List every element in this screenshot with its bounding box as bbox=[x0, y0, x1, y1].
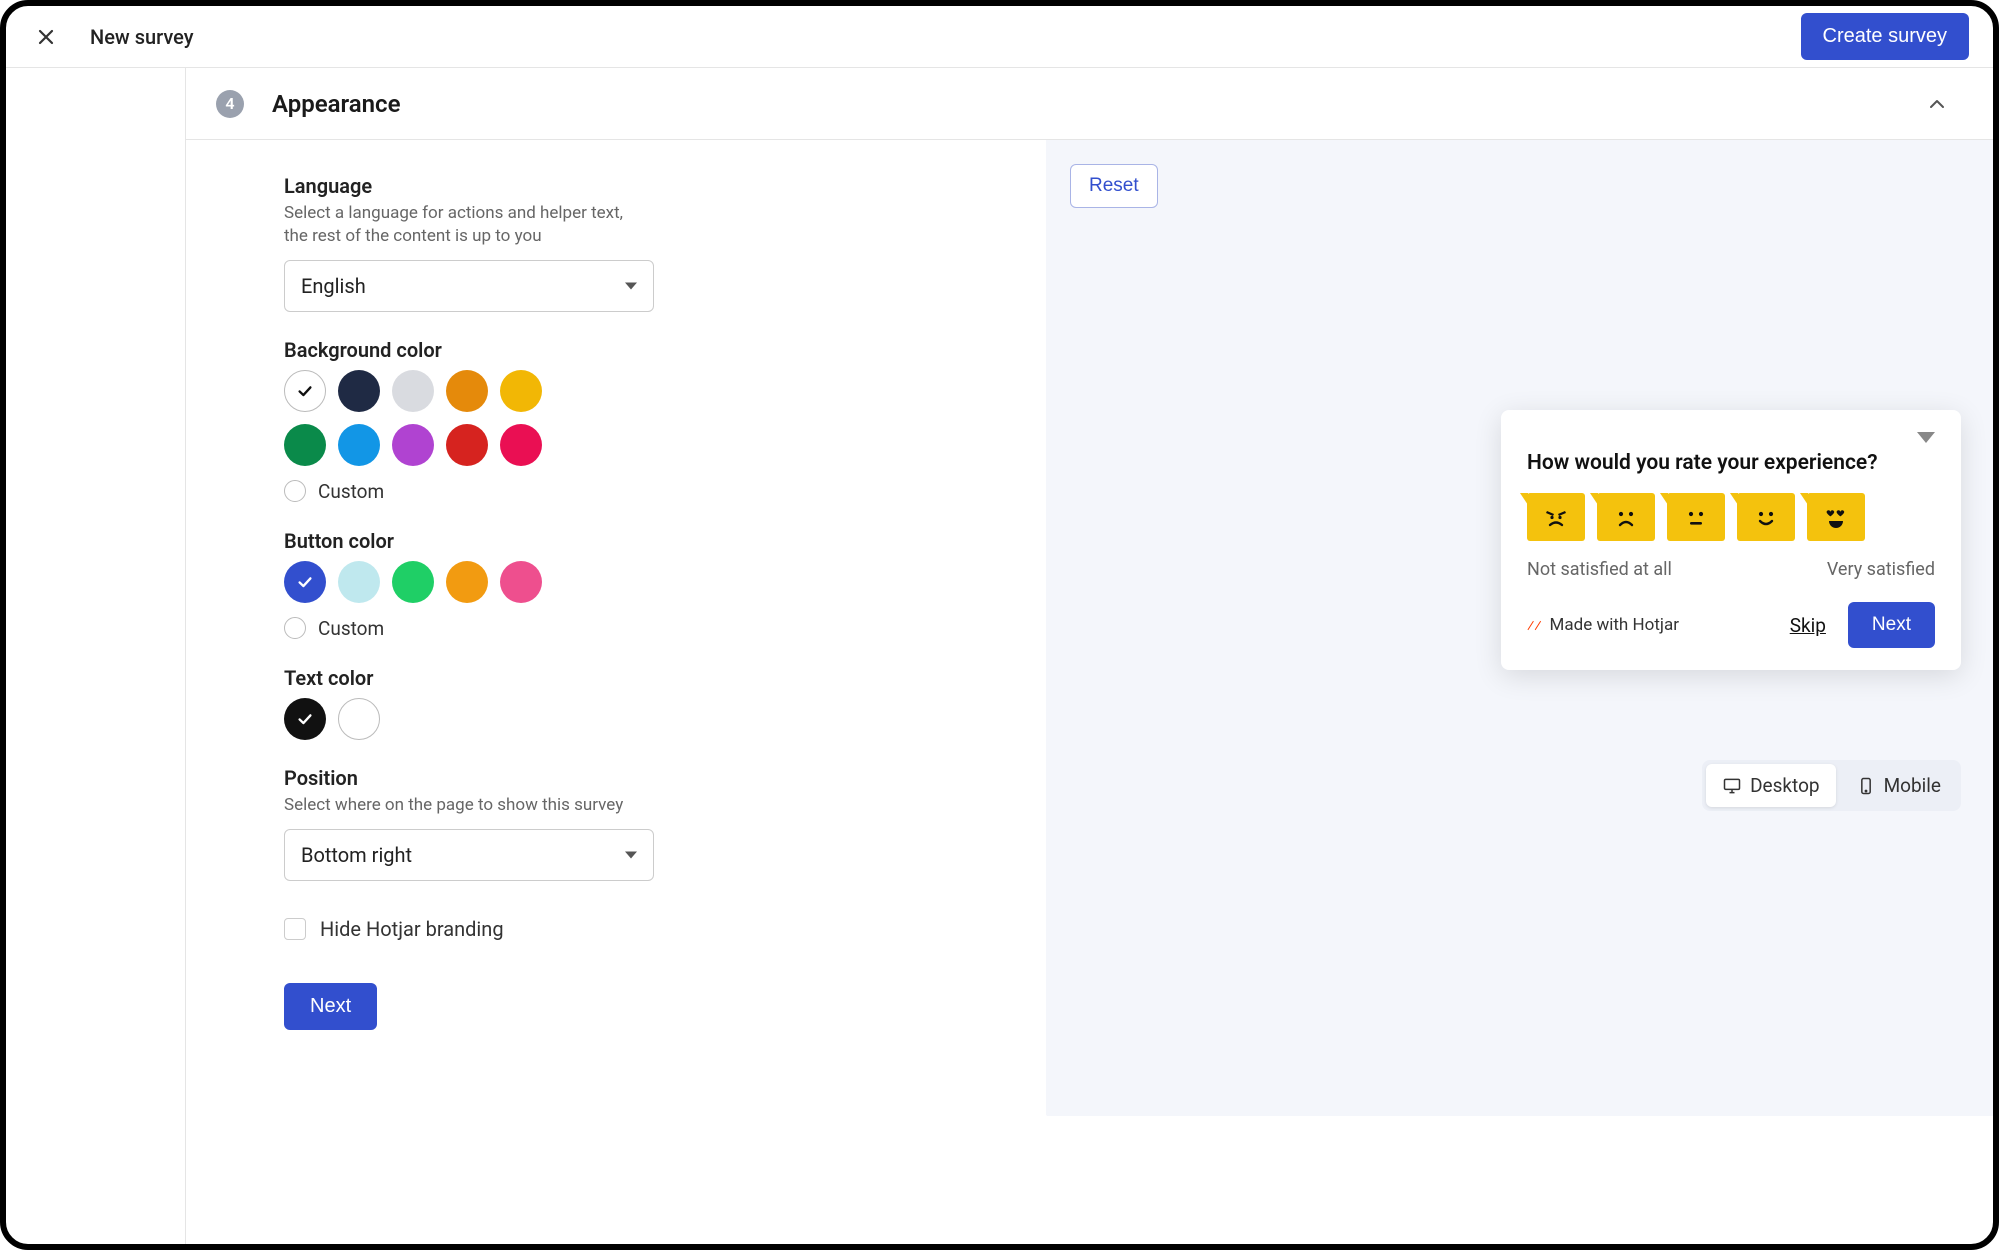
button-color-swatches bbox=[284, 561, 584, 603]
background-color-swatch-orange[interactable] bbox=[446, 370, 488, 412]
rating-sad[interactable] bbox=[1597, 493, 1655, 541]
background-color-custom-label: Custom bbox=[318, 480, 384, 503]
survey-question: How would you rate your experience? bbox=[1527, 451, 1935, 475]
rating-low-label: Not satisfied at all bbox=[1527, 559, 1672, 580]
background-color-swatch-red[interactable] bbox=[446, 424, 488, 466]
device-mobile-button[interactable]: Mobile bbox=[1840, 764, 1957, 807]
reset-preview-button[interactable]: Reset bbox=[1070, 164, 1158, 208]
appearance-form: Language Select a language for actions a… bbox=[186, 140, 1046, 1116]
background-color-swatches bbox=[284, 370, 584, 466]
rating-neutral[interactable] bbox=[1667, 493, 1725, 541]
background-color-swatch-amber[interactable] bbox=[500, 370, 542, 412]
close-icon bbox=[36, 27, 56, 47]
button-color-custom-option[interactable]: Custom bbox=[284, 617, 986, 640]
chevron-up-icon bbox=[1927, 94, 1947, 114]
background-color-swatch-purple[interactable] bbox=[392, 424, 434, 466]
sad-face-icon bbox=[1610, 501, 1642, 533]
hotjar-branding[interactable]: ⁄⁄ Made with Hotjar bbox=[1527, 615, 1679, 635]
language-select[interactable]: English bbox=[284, 260, 654, 312]
angry-face-icon bbox=[1540, 501, 1572, 533]
desktop-icon bbox=[1722, 776, 1742, 796]
preview-skip-link[interactable]: Skip bbox=[1790, 614, 1826, 637]
position-select[interactable]: Bottom right bbox=[284, 829, 654, 881]
preview-next-button[interactable]: Next bbox=[1848, 602, 1935, 648]
device-mobile-label: Mobile bbox=[1884, 774, 1941, 797]
position-help: Select where on the page to show this su… bbox=[284, 794, 644, 817]
background-color-label: Background color bbox=[284, 338, 986, 362]
button-color-swatch-green[interactable] bbox=[392, 561, 434, 603]
background-color-custom-option[interactable]: Custom bbox=[284, 480, 986, 503]
radio-icon bbox=[284, 480, 306, 502]
caret-down-icon bbox=[625, 851, 637, 858]
section-header: 4 Appearance bbox=[186, 68, 1993, 140]
rating-angry[interactable] bbox=[1527, 493, 1585, 541]
hotjar-branding-text: Made with Hotjar bbox=[1550, 615, 1679, 635]
checkbox-icon bbox=[284, 918, 306, 940]
triangle-down-icon bbox=[1917, 432, 1935, 443]
hide-branding-label: Hide Hotjar branding bbox=[320, 917, 504, 941]
section-title: Appearance bbox=[272, 90, 401, 118]
button-color-swatch-pink[interactable] bbox=[500, 561, 542, 603]
background-color-swatch-navy[interactable] bbox=[338, 370, 380, 412]
survey-preview-card: How would you rate your experience? bbox=[1501, 410, 1961, 670]
background-color-swatch-pink-red[interactable] bbox=[500, 424, 542, 466]
rating-love[interactable] bbox=[1807, 493, 1865, 541]
hide-branding-checkbox[interactable]: Hide Hotjar branding bbox=[284, 917, 986, 941]
mobile-icon bbox=[1856, 776, 1876, 796]
background-color-swatch-light-gray[interactable] bbox=[392, 370, 434, 412]
step-number-badge: 4 bbox=[216, 90, 244, 118]
button-color-swatch-indigo[interactable] bbox=[284, 561, 326, 603]
language-label: Language bbox=[284, 174, 986, 198]
button-color-swatch-light-cyan[interactable] bbox=[338, 561, 380, 603]
background-color-swatch-green[interactable] bbox=[284, 424, 326, 466]
hotjar-logo-icon: ⁄⁄ bbox=[1527, 616, 1542, 635]
background-color-swatch-white[interactable] bbox=[284, 370, 326, 412]
device-desktop-button[interactable]: Desktop bbox=[1706, 764, 1836, 807]
position-label: Position bbox=[284, 766, 986, 790]
text-color-swatch-black[interactable] bbox=[284, 698, 326, 740]
form-next-button[interactable]: Next bbox=[284, 983, 377, 1030]
text-color-swatch-white[interactable] bbox=[338, 698, 380, 740]
language-help: Select a language for actions and helper… bbox=[284, 202, 644, 248]
rating-happy[interactable] bbox=[1737, 493, 1795, 541]
collapse-section-button[interactable] bbox=[1923, 90, 1951, 118]
language-value: English bbox=[301, 274, 366, 298]
button-color-swatch-orange[interactable] bbox=[446, 561, 488, 603]
device-desktop-label: Desktop bbox=[1750, 774, 1820, 797]
preview-panel: Reset How would you rate your experience… bbox=[1046, 140, 1993, 1116]
caret-down-icon bbox=[625, 282, 637, 289]
neutral-face-icon bbox=[1680, 501, 1712, 533]
happy-face-icon bbox=[1750, 501, 1782, 533]
left-gutter bbox=[6, 68, 186, 1244]
button-color-label: Button color bbox=[284, 529, 986, 553]
topbar: New survey Create survey bbox=[6, 6, 1993, 68]
collapse-preview-button[interactable] bbox=[1527, 432, 1935, 443]
button-color-custom-label: Custom bbox=[318, 617, 384, 640]
position-value: Bottom right bbox=[301, 843, 412, 867]
text-color-label: Text color bbox=[284, 666, 986, 690]
create-survey-button[interactable]: Create survey bbox=[1801, 13, 1970, 60]
love-face-icon bbox=[1820, 501, 1852, 533]
device-toggle: Desktop Mobile bbox=[1702, 760, 1961, 811]
rating-high-label: Very satisfied bbox=[1827, 559, 1935, 580]
page-title: New survey bbox=[90, 25, 194, 49]
radio-icon bbox=[284, 617, 306, 639]
emoji-rating-row bbox=[1527, 493, 1935, 541]
background-color-swatch-blue[interactable] bbox=[338, 424, 380, 466]
text-color-swatches bbox=[284, 698, 584, 740]
close-button[interactable] bbox=[30, 21, 62, 53]
